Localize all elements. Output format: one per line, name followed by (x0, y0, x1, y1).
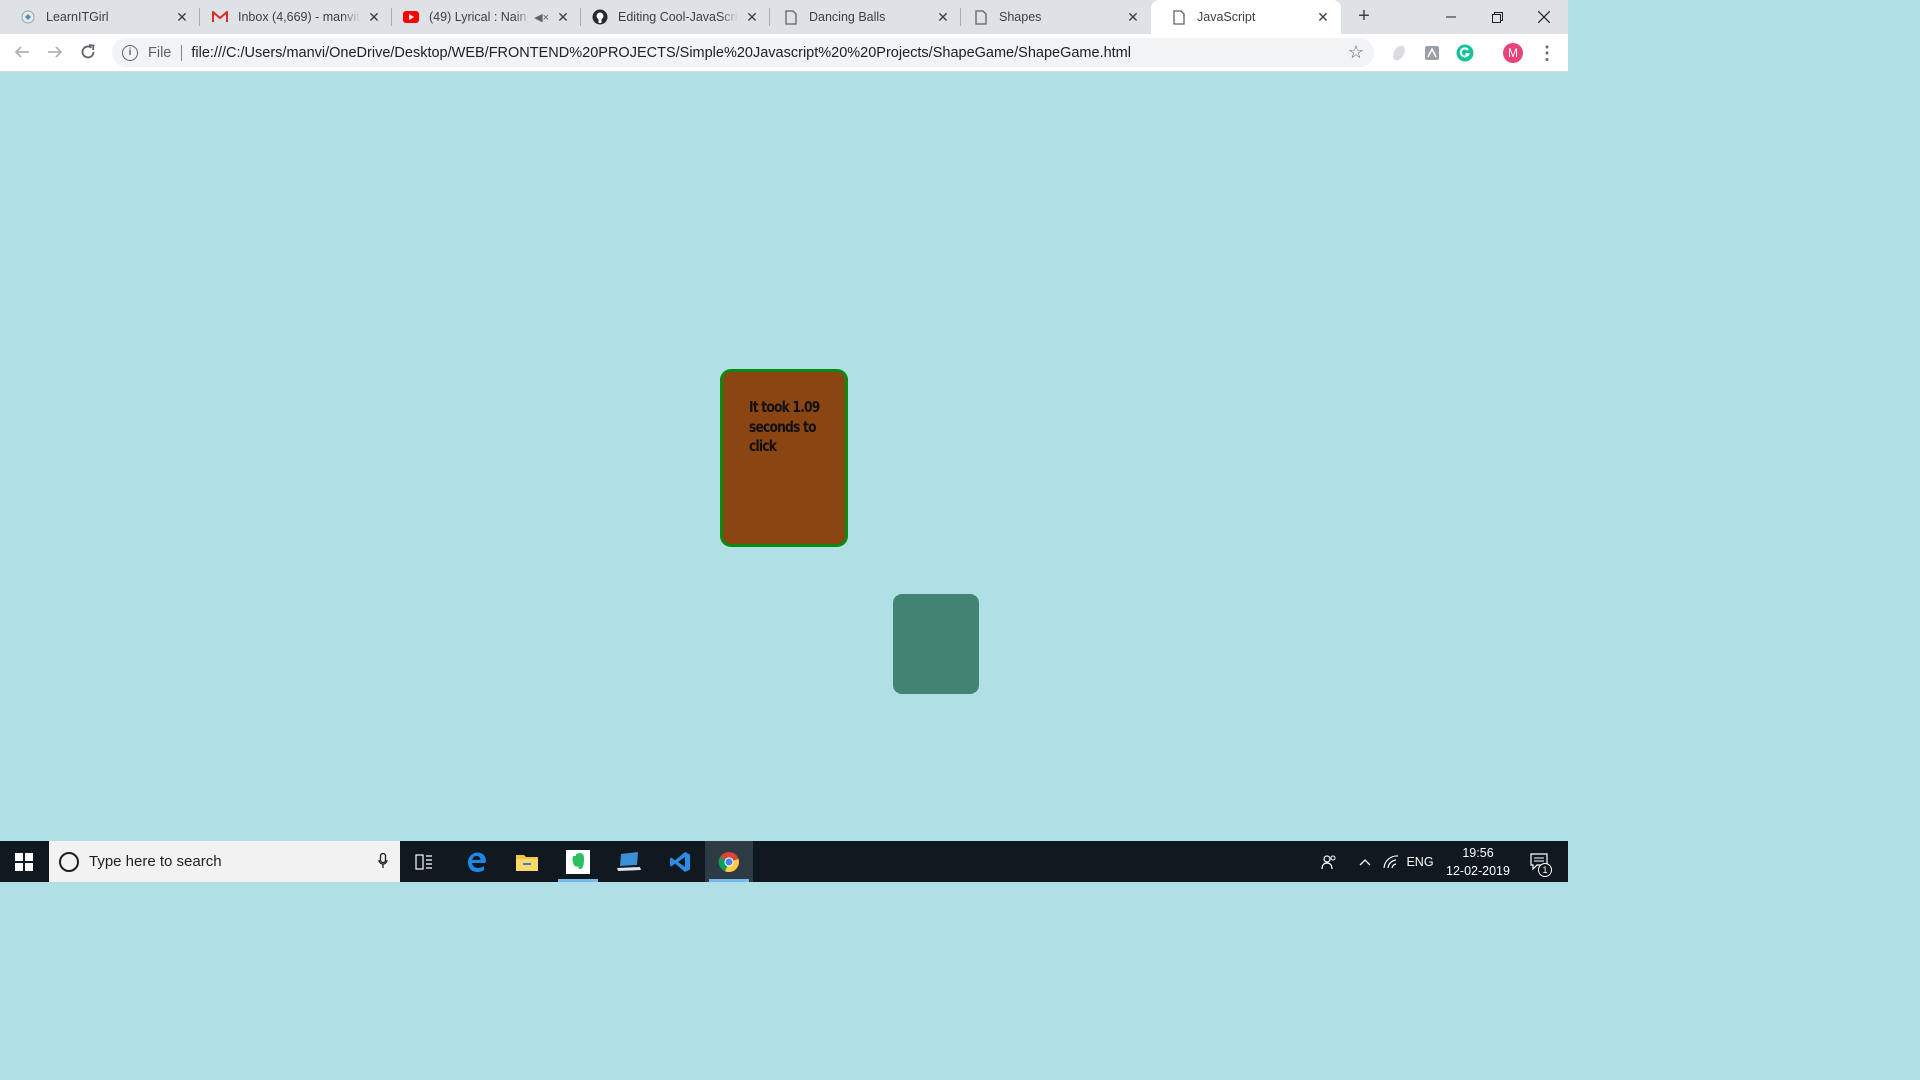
tab-title: Dancing Balls (809, 10, 886, 24)
restore-window-icon[interactable] (1474, 0, 1520, 34)
clock-date: 12-02-2019 (1446, 864, 1510, 878)
profile-avatar[interactable]: M (1503, 43, 1523, 63)
close-tab-icon[interactable]: ✕ (555, 9, 571, 25)
tab-strip: LearnITGirl ✕ Inbox (4,669) - manvity ✕ … (0, 0, 1568, 34)
address-divider (181, 44, 183, 61)
language-indicator[interactable]: ENG (1404, 841, 1436, 882)
forward-arrow-icon[interactable] (41, 38, 69, 66)
tab-github[interactable]: Editing Cool-JavaScript ✕ (572, 0, 770, 34)
notification-center-icon[interactable]: 1 (1520, 841, 1560, 882)
tab-title: Inbox (4,669) - manvity (238, 10, 360, 24)
extension-pdf-icon[interactable] (1422, 43, 1442, 63)
close-window-icon[interactable] (1521, 0, 1567, 34)
tab-gmail[interactable]: Inbox (4,669) - manvity ✕ (192, 0, 392, 34)
wifi-icon[interactable] (1380, 841, 1402, 882)
taskbar-clock[interactable]: 19:56 12-02-2019 (1440, 844, 1516, 880)
grammarly-icon[interactable] (1455, 43, 1475, 63)
github-icon (592, 9, 608, 25)
task-view-icon[interactable] (400, 841, 448, 882)
site-info-icon[interactable]: i (122, 44, 138, 61)
youtube-icon (403, 9, 419, 25)
new-tab-button[interactable]: + (1352, 5, 1376, 29)
minimize-window-icon[interactable] (1428, 0, 1474, 34)
tab-title: Editing Cool-JavaScript (618, 10, 738, 24)
url-text[interactable]: file:///C:/Users/manvi/OneDrive/Desktop/… (191, 45, 1131, 61)
tab-learnitgirl[interactable]: LearnITGirl ✕ (0, 0, 200, 34)
reload-icon[interactable] (74, 38, 102, 66)
people-icon[interactable] (1316, 841, 1342, 882)
tab-title: (49) Lyrical : Nain N (429, 10, 531, 24)
close-tab-icon[interactable]: ✕ (174, 9, 190, 25)
file-explorer-icon[interactable] (503, 841, 551, 882)
close-tab-icon[interactable]: ✕ (1315, 9, 1331, 25)
chrome-icon[interactable] (705, 841, 753, 882)
edge-browser-icon[interactable] (453, 841, 501, 882)
show-hidden-icons-chevron-icon[interactable] (1354, 841, 1376, 882)
windows-start-icon[interactable] (0, 841, 48, 882)
result-box: It took 1.09 seconds to click (720, 369, 848, 547)
learnitgirl-icon (20, 9, 36, 25)
close-tab-icon[interactable]: ✕ (366, 9, 382, 25)
scheme-label: File (148, 44, 172, 61)
document-icon (783, 9, 799, 25)
browser-menu-icon[interactable]: ⋮ (1538, 41, 1556, 65)
tab-shapes[interactable]: Shapes ✕ (953, 0, 1151, 34)
tab-dancing-balls[interactable]: Dancing Balls ✕ (763, 0, 961, 34)
document-icon (973, 9, 989, 25)
clock-time: 19:56 (1462, 846, 1494, 860)
search-placeholder: Type here to search (89, 853, 222, 870)
laptop-app-icon[interactable] (605, 841, 653, 882)
bookmark-star-icon[interactable]: ☆ (1348, 42, 1364, 63)
document-icon (1171, 9, 1187, 25)
extension-feather-icon[interactable] (1389, 43, 1409, 63)
muted-speaker-icon[interactable]: ◀× (534, 11, 549, 24)
address-bar[interactable]: i File file:///C:/Users/manvi/OneDrive/D… (112, 38, 1374, 67)
close-tab-icon[interactable]: ✕ (935, 9, 951, 25)
reaction-time-message: It took 1.09 seconds to click (749, 398, 820, 455)
close-tab-icon[interactable]: ✕ (1125, 9, 1141, 25)
tab-javascript[interactable]: JavaScript ✕ (1151, 0, 1341, 34)
page-canvas: It took 1.09 seconds to click (0, 72, 1568, 841)
back-arrow-icon[interactable] (8, 38, 36, 66)
notification-count: 1 (1538, 863, 1552, 877)
vscode-icon[interactable] (656, 841, 704, 882)
cortana-icon[interactable] (59, 851, 79, 872)
target-shape[interactable] (893, 594, 979, 694)
browser-toolbar: i File file:///C:/Users/manvi/OneDrive/D… (0, 34, 1568, 72)
windows-taskbar: Type here to search ENG 19:56 12-02-2019 (0, 841, 1568, 882)
gmail-icon (212, 9, 228, 25)
close-tab-icon[interactable]: ✕ (744, 9, 760, 25)
evernote-icon[interactable] (554, 841, 602, 882)
microphone-icon[interactable] (378, 852, 388, 869)
tab-youtube[interactable]: (49) Lyrical : Nain N ◀× ✕ (383, 0, 581, 34)
tab-title: Shapes (999, 10, 1042, 24)
tab-title: JavaScript (1197, 10, 1256, 24)
tab-title: LearnITGirl (46, 10, 109, 24)
taskbar-search-box[interactable]: Type here to search (49, 841, 400, 882)
